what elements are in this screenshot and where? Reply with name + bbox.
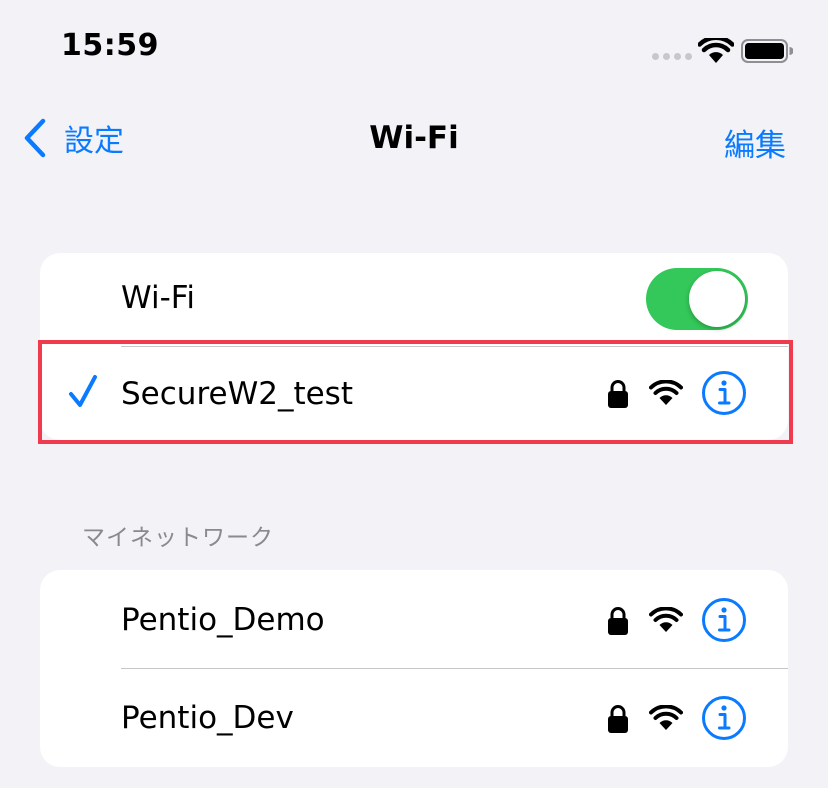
- checkmark-icon: [69, 375, 97, 407]
- edit-button[interactable]: 編集: [724, 120, 786, 165]
- status-wifi-icon: [698, 38, 734, 63]
- lock-icon: [608, 607, 628, 635]
- my-networks-header: マイネットワーク: [82, 525, 274, 551]
- network-name: Pentio_Demo: [121, 602, 325, 638]
- network-row[interactable]: Pentio_Dev: [40, 668, 788, 767]
- status-bar: 15:59: [0, 0, 828, 100]
- wifi-icon: [649, 705, 683, 730]
- lock-icon: [608, 380, 628, 408]
- wifi-toggle-row: Wi-Fi: [40, 253, 788, 346]
- lock-icon: [608, 705, 628, 733]
- network-row[interactable]: Pentio_Demo: [40, 570, 788, 668]
- connected-network-name: SecureW2_test: [121, 376, 353, 412]
- connected-network-row[interactable]: SecureW2_test: [40, 346, 788, 439]
- info-icon[interactable]: [701, 695, 747, 741]
- wifi-toggle[interactable]: [646, 268, 748, 330]
- wifi-settings-group: Wi-Fi SecureW2_test: [40, 253, 788, 440]
- status-time: 15:59: [61, 28, 159, 63]
- wifi-icon: [649, 380, 683, 405]
- wifi-icon: [649, 607, 683, 632]
- toggle-knob: [689, 271, 745, 327]
- network-name: Pentio_Dev: [121, 700, 294, 736]
- my-networks-group: Pentio_Demo Pentio_Dev: [40, 570, 788, 767]
- wifi-toggle-label: Wi-Fi: [121, 280, 195, 316]
- cellular-signal-icon: [652, 53, 692, 60]
- info-icon[interactable]: [701, 597, 747, 643]
- navigation-bar: 設定 Wi-Fi 編集: [0, 100, 828, 180]
- info-icon[interactable]: [701, 370, 747, 416]
- page-title: Wi-Fi: [369, 120, 459, 156]
- battery-icon: [741, 39, 793, 63]
